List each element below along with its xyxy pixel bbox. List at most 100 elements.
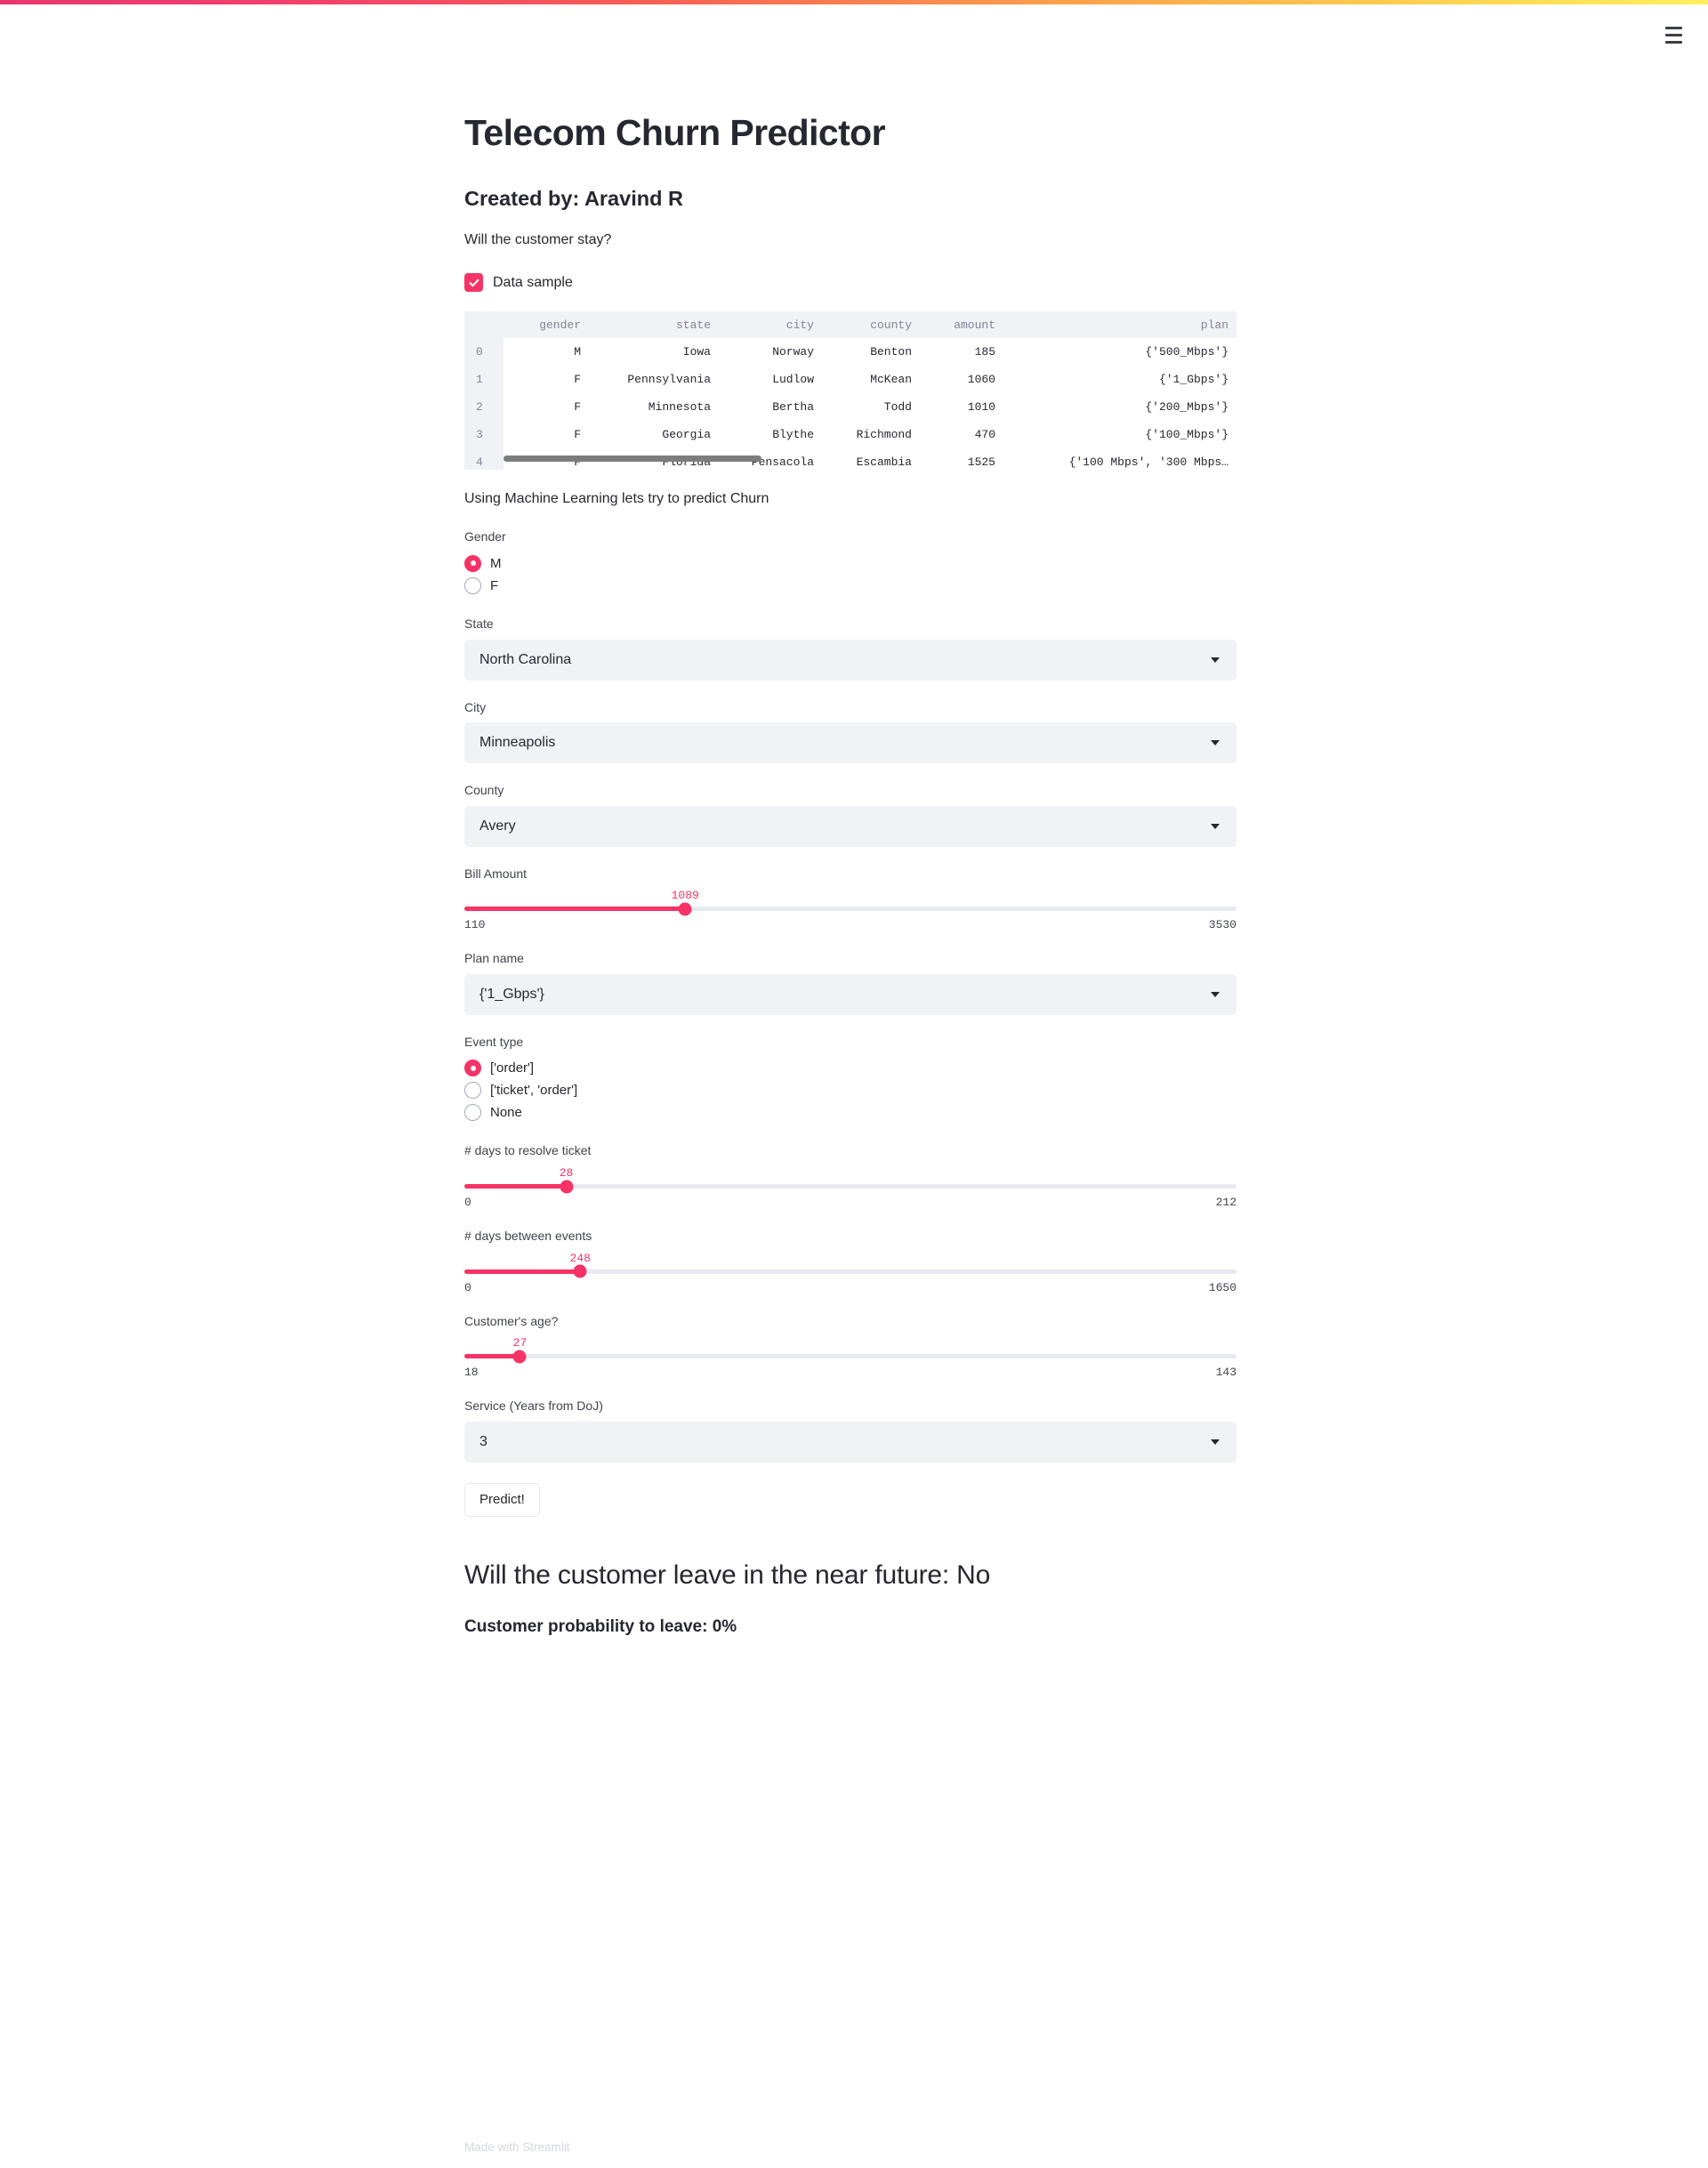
service-years-select-value: 3 [479, 1433, 487, 1449]
cell-state: Georgia [589, 421, 719, 449]
slider-track[interactable] [464, 1264, 1237, 1278]
footer-made-with-streamlit: Made with Streamlit [464, 2140, 570, 2154]
plan-name-select-value: {'1_Gbps'} [479, 986, 544, 1002]
slider-thumb[interactable] [573, 1264, 587, 1278]
chevron-down-icon [1211, 991, 1220, 997]
cell-plan: {'100_Mbps'} [1003, 421, 1237, 449]
cell-plan: {'200_Mbps'} [1003, 393, 1237, 422]
cell-state: Pennsylvania [589, 366, 719, 394]
cell-county: McKean [822, 366, 920, 394]
cell-city: Norway [719, 338, 822, 367]
hamburger-bar [1664, 33, 1682, 36]
customer-age-slider[interactable]: 27 18 143 [464, 1336, 1237, 1379]
hamburger-menu-icon[interactable] [1658, 20, 1688, 50]
cell-gender: M [504, 338, 589, 367]
bill-amount-slider[interactable]: 1089 110 3530 [464, 889, 1237, 931]
customer-age-min: 18 [464, 1366, 479, 1380]
days-to-resolve-min: 0 [464, 1196, 471, 1210]
row-index: 3 [464, 421, 504, 449]
customer-age-value: 27 [512, 1336, 528, 1350]
table-header-city: city [719, 311, 822, 339]
cell-plan: {'500_Mbps'} [1003, 338, 1237, 367]
radio-unselected-icon [464, 1082, 481, 1100]
cell-plan: {'100 Mbps', '300 Mbps… [1003, 448, 1237, 471]
gender-option-f[interactable]: F [464, 575, 1237, 597]
bill-amount-max: 3530 [1208, 918, 1237, 932]
checkmark-icon [464, 273, 483, 293]
customer-age-field: Customer's age? 27 18 143 [464, 1313, 1237, 1379]
service-years-select[interactable]: 3 [464, 1421, 1237, 1463]
gender-field: Gender M F [464, 528, 1237, 597]
slider-track[interactable] [464, 1180, 1237, 1194]
state-select[interactable]: North Carolina [464, 639, 1237, 681]
radio-unselected-icon [464, 576, 481, 594]
days-to-resolve-field: # days to resolve ticket 28 0 212 [464, 1142, 1237, 1209]
city-field: City Minneapolis [464, 699, 1237, 764]
event-type-option-none[interactable]: None [464, 1101, 1237, 1124]
slider-track[interactable] [464, 1350, 1237, 1364]
event-type-label: Event type [464, 1034, 524, 1049]
table-header-gender: gender [504, 311, 589, 339]
chevron-down-icon [1211, 823, 1220, 829]
cell-amount: 185 [920, 338, 1003, 367]
city-select[interactable]: Minneapolis [464, 722, 1237, 764]
cell-county: Escambia [822, 448, 920, 471]
radio-selected-icon [464, 1060, 481, 1077]
cell-city: Bertha [719, 393, 822, 422]
event-type-option-order-label: ['order'] [490, 1060, 535, 1076]
days-to-resolve-max: 212 [1215, 1196, 1237, 1210]
table-horizontal-scrollbar[interactable] [504, 455, 761, 463]
predict-button[interactable]: Predict! [464, 1482, 540, 1517]
plan-name-select[interactable]: {'1_Gbps'} [464, 973, 1237, 1015]
county-label: County [464, 783, 504, 798]
main-content: Telecom Churn Predictor Created by: Arav… [464, 0, 1237, 1637]
page-title: Telecom Churn Predictor [464, 112, 886, 153]
cell-amount: 1060 [920, 366, 1003, 394]
prediction-result-heading: Will the customer leave in the near futu… [464, 1560, 991, 1590]
bill-amount-label: Bill Amount [464, 866, 528, 881]
data-sample-table[interactable]: gender state city county amount plan 0 M… [464, 311, 1237, 471]
table-row: 2 F Minnesota Bertha Todd 1010 {'200_Mbp… [464, 393, 1237, 422]
slider-thumb[interactable] [512, 1350, 527, 1364]
state-label: State [464, 616, 494, 631]
cell-city: Blythe [719, 421, 822, 449]
customer-age-label: Customer's age? [464, 1313, 559, 1328]
cell-city: Ludlow [719, 366, 822, 394]
table-row: 3 F Georgia Blythe Richmond 470 {'100_Mb… [464, 421, 1237, 449]
slider-fill [464, 907, 686, 912]
gender-option-m[interactable]: M [464, 552, 1237, 575]
slider-thumb[interactable] [678, 902, 692, 916]
county-field: County Avery [464, 782, 1237, 847]
cell-amount: 1010 [920, 393, 1003, 422]
days-to-resolve-label: # days to resolve ticket [464, 1143, 592, 1158]
chevron-down-icon [1211, 657, 1220, 663]
city-label: City [464, 699, 487, 714]
cell-gender: F [504, 366, 589, 394]
gender-option-m-label: M [490, 555, 502, 571]
bill-amount-min: 110 [464, 918, 486, 932]
table-header-row: gender state city county amount plan [464, 311, 1237, 339]
slider-thumb[interactable] [560, 1180, 574, 1194]
days-between-events-field: # days between events 248 0 1650 [464, 1228, 1237, 1294]
county-select[interactable]: Avery [464, 805, 1237, 847]
days-between-events-slider[interactable]: 248 0 1650 [464, 1252, 1237, 1294]
days-to-resolve-value: 28 [559, 1166, 574, 1181]
hamburger-bar [1664, 26, 1682, 29]
event-type-option-ticket-order[interactable]: ['ticket', 'order'] [464, 1079, 1237, 1101]
days-between-events-label: # days between events [464, 1229, 592, 1244]
slider-track[interactable] [464, 902, 1237, 916]
row-index: 1 [464, 366, 504, 394]
data-sample-checkbox[interactable]: Data sample [464, 273, 1237, 293]
radio-selected-icon [464, 554, 481, 572]
chevron-down-icon [1211, 1439, 1220, 1445]
bill-amount-value: 1089 [671, 889, 699, 903]
service-years-label: Service (Years from DoJ) [464, 1398, 603, 1414]
event-type-option-order[interactable]: ['order'] [464, 1057, 1237, 1079]
data-sample-label: Data sample [493, 274, 573, 290]
cell-gender: F [504, 421, 589, 449]
row-index: 0 [464, 338, 504, 367]
state-select-value: North Carolina [479, 651, 572, 667]
event-type-field: Event type ['order'] ['ticket', 'order']… [464, 1034, 1237, 1124]
days-to-resolve-slider[interactable]: 28 0 212 [464, 1166, 1237, 1209]
hamburger-bar [1664, 40, 1682, 44]
